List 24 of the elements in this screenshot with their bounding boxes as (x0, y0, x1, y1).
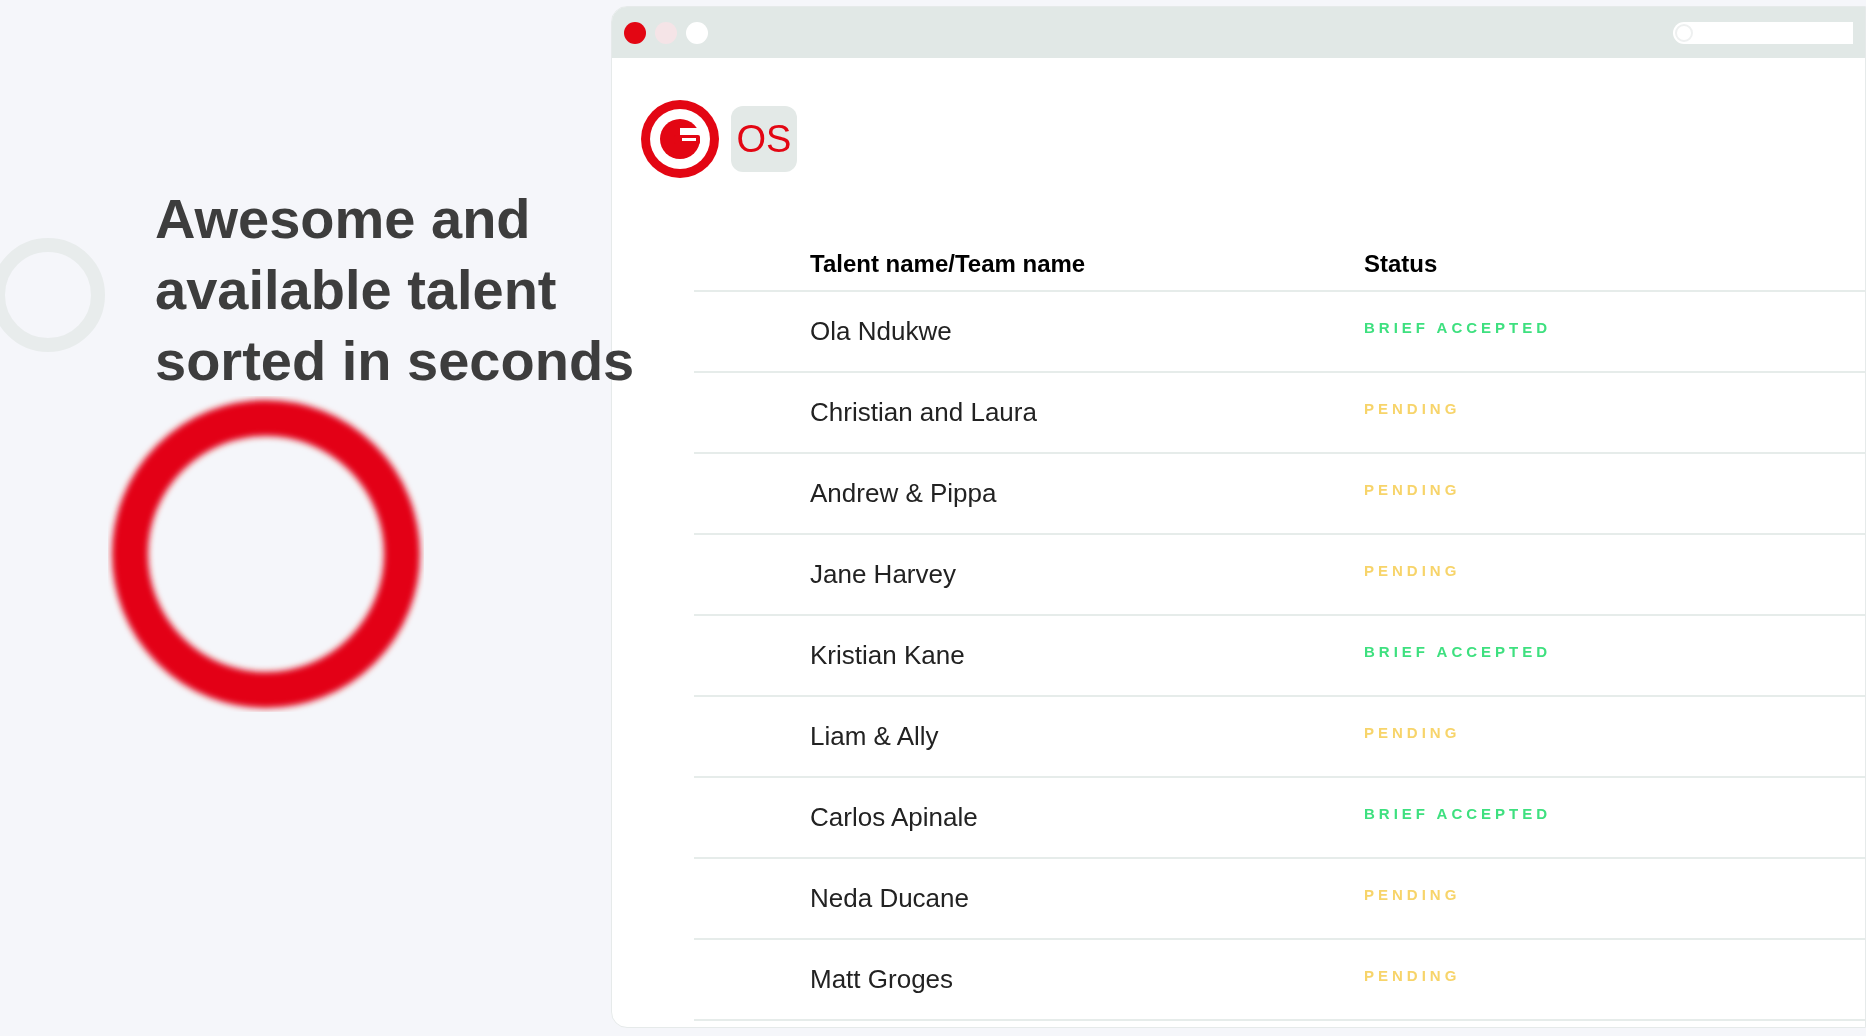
status-label: PENDING (1364, 561, 1461, 582)
headline: Awesome and available talent sorted in seconds (155, 186, 636, 394)
status-label: BRIEF ACCEPTED (1364, 804, 1552, 825)
talent-name: Neda Ducane (809, 882, 970, 915)
talent-name: Ola Ndukwe (809, 315, 953, 348)
status-label: PENDING (1364, 480, 1461, 501)
address-bar[interactable] (1673, 21, 1853, 44)
talent-name: Christian and Laura (809, 396, 1038, 429)
status-label: PENDING (1364, 966, 1461, 987)
talent-name: Carlos Apinale (809, 801, 979, 834)
talent-name: Kristian Kane (809, 639, 966, 672)
logo-badge: OS (731, 106, 797, 172)
status-label: PENDING (1364, 399, 1461, 420)
talent-name: Liam & Ally (809, 720, 940, 753)
status-label: BRIEF ACCEPTED (1364, 642, 1552, 663)
talent-name: Andrew & Pippa (809, 477, 998, 510)
status-label: PENDING (1364, 723, 1461, 744)
column-header: Status (1364, 249, 1438, 279)
column-header: Talent name/Team name (809, 249, 1087, 279)
status-label: BRIEF ACCEPTED (1364, 318, 1552, 339)
logo-icon (641, 100, 719, 178)
talent-name: Matt Groges (809, 963, 955, 996)
talent-name: Jane Harvey (809, 558, 957, 591)
status-label: PENDING (1364, 885, 1461, 906)
